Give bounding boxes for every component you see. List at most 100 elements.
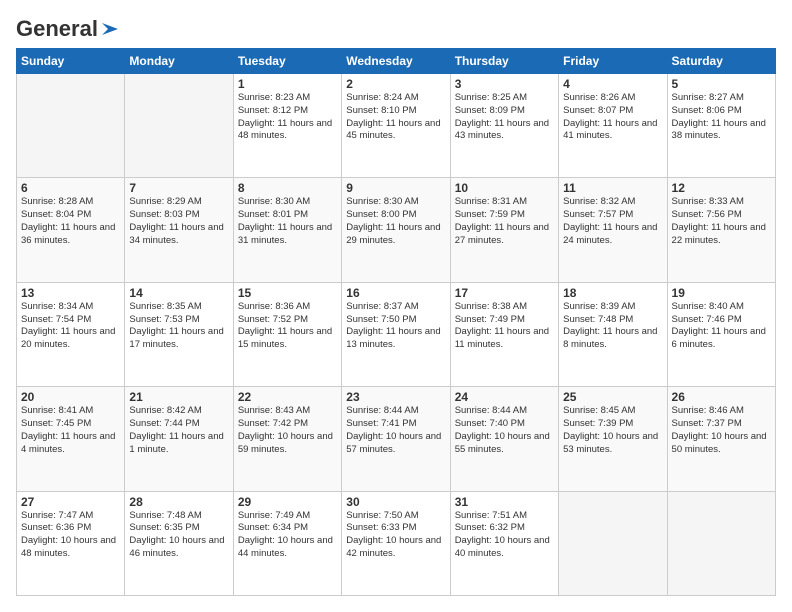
calendar-cell: 28Sunrise: 7:48 AM Sunset: 6:35 PM Dayli… (125, 491, 233, 595)
day-number: 20 (21, 390, 120, 404)
day-number: 18 (563, 286, 662, 300)
weekday-header-tuesday: Tuesday (233, 49, 341, 74)
calendar-cell: 29Sunrise: 7:49 AM Sunset: 6:34 PM Dayli… (233, 491, 341, 595)
weekday-header-friday: Friday (559, 49, 667, 74)
day-number: 1 (238, 77, 337, 91)
day-info: Sunrise: 8:30 AM Sunset: 8:01 PM Dayligh… (238, 196, 337, 247)
day-number: 10 (455, 181, 554, 195)
day-number: 13 (21, 286, 120, 300)
day-info: Sunrise: 8:37 AM Sunset: 7:50 PM Dayligh… (346, 301, 445, 352)
weekday-header-row: SundayMondayTuesdayWednesdayThursdayFrid… (17, 49, 776, 74)
day-number: 27 (21, 495, 120, 509)
header: General (16, 16, 776, 38)
calendar-cell: 25Sunrise: 8:45 AM Sunset: 7:39 PM Dayli… (559, 387, 667, 491)
calendar-cell: 2Sunrise: 8:24 AM Sunset: 8:10 PM Daylig… (342, 74, 450, 178)
day-info: Sunrise: 8:29 AM Sunset: 8:03 PM Dayligh… (129, 196, 228, 247)
day-info: Sunrise: 7:48 AM Sunset: 6:35 PM Dayligh… (129, 510, 228, 561)
day-info: Sunrise: 8:32 AM Sunset: 7:57 PM Dayligh… (563, 196, 662, 247)
day-number: 28 (129, 495, 228, 509)
day-info: Sunrise: 7:47 AM Sunset: 6:36 PM Dayligh… (21, 510, 120, 561)
day-info: Sunrise: 8:34 AM Sunset: 7:54 PM Dayligh… (21, 301, 120, 352)
calendar-cell: 10Sunrise: 8:31 AM Sunset: 7:59 PM Dayli… (450, 178, 558, 282)
day-number: 16 (346, 286, 445, 300)
calendar-cell: 12Sunrise: 8:33 AM Sunset: 7:56 PM Dayli… (667, 178, 775, 282)
day-number: 25 (563, 390, 662, 404)
day-info: Sunrise: 8:26 AM Sunset: 8:07 PM Dayligh… (563, 92, 662, 143)
calendar-cell: 19Sunrise: 8:40 AM Sunset: 7:46 PM Dayli… (667, 282, 775, 386)
day-number: 11 (563, 181, 662, 195)
day-info: Sunrise: 7:51 AM Sunset: 6:32 PM Dayligh… (455, 510, 554, 561)
calendar-cell: 7Sunrise: 8:29 AM Sunset: 8:03 PM Daylig… (125, 178, 233, 282)
logo-arrow-icon (100, 19, 120, 39)
day-info: Sunrise: 8:31 AM Sunset: 7:59 PM Dayligh… (455, 196, 554, 247)
weekday-header-sunday: Sunday (17, 49, 125, 74)
day-number: 14 (129, 286, 228, 300)
day-info: Sunrise: 8:28 AM Sunset: 8:04 PM Dayligh… (21, 196, 120, 247)
calendar-cell: 6Sunrise: 8:28 AM Sunset: 8:04 PM Daylig… (17, 178, 125, 282)
calendar-cell (667, 491, 775, 595)
weekday-header-wednesday: Wednesday (342, 49, 450, 74)
calendar-cell: 26Sunrise: 8:46 AM Sunset: 7:37 PM Dayli… (667, 387, 775, 491)
calendar-cell: 24Sunrise: 8:44 AM Sunset: 7:40 PM Dayli… (450, 387, 558, 491)
calendar-cell: 13Sunrise: 8:34 AM Sunset: 7:54 PM Dayli… (17, 282, 125, 386)
day-info: Sunrise: 8:44 AM Sunset: 7:40 PM Dayligh… (455, 405, 554, 456)
logo: General (16, 16, 120, 38)
day-number: 24 (455, 390, 554, 404)
day-info: Sunrise: 8:46 AM Sunset: 7:37 PM Dayligh… (672, 405, 771, 456)
day-number: 12 (672, 181, 771, 195)
week-row-2: 6Sunrise: 8:28 AM Sunset: 8:04 PM Daylig… (17, 178, 776, 282)
day-number: 19 (672, 286, 771, 300)
day-number: 8 (238, 181, 337, 195)
day-info: Sunrise: 8:23 AM Sunset: 8:12 PM Dayligh… (238, 92, 337, 143)
week-row-5: 27Sunrise: 7:47 AM Sunset: 6:36 PM Dayli… (17, 491, 776, 595)
day-number: 30 (346, 495, 445, 509)
day-number: 31 (455, 495, 554, 509)
calendar-table: SundayMondayTuesdayWednesdayThursdayFrid… (16, 48, 776, 596)
day-number: 26 (672, 390, 771, 404)
calendar-cell: 30Sunrise: 7:50 AM Sunset: 6:33 PM Dayli… (342, 491, 450, 595)
day-info: Sunrise: 8:42 AM Sunset: 7:44 PM Dayligh… (129, 405, 228, 456)
week-row-3: 13Sunrise: 8:34 AM Sunset: 7:54 PM Dayli… (17, 282, 776, 386)
calendar-cell: 16Sunrise: 8:37 AM Sunset: 7:50 PM Dayli… (342, 282, 450, 386)
day-number: 6 (21, 181, 120, 195)
calendar-cell: 18Sunrise: 8:39 AM Sunset: 7:48 PM Dayli… (559, 282, 667, 386)
day-number: 3 (455, 77, 554, 91)
day-info: Sunrise: 8:43 AM Sunset: 7:42 PM Dayligh… (238, 405, 337, 456)
day-info: Sunrise: 8:27 AM Sunset: 8:06 PM Dayligh… (672, 92, 771, 143)
day-number: 2 (346, 77, 445, 91)
day-info: Sunrise: 8:38 AM Sunset: 7:49 PM Dayligh… (455, 301, 554, 352)
day-info: Sunrise: 7:49 AM Sunset: 6:34 PM Dayligh… (238, 510, 337, 561)
day-info: Sunrise: 8:33 AM Sunset: 7:56 PM Dayligh… (672, 196, 771, 247)
weekday-header-saturday: Saturday (667, 49, 775, 74)
day-number: 29 (238, 495, 337, 509)
logo-general: General (16, 16, 98, 42)
calendar-cell: 14Sunrise: 8:35 AM Sunset: 7:53 PM Dayli… (125, 282, 233, 386)
day-number: 21 (129, 390, 228, 404)
week-row-4: 20Sunrise: 8:41 AM Sunset: 7:45 PM Dayli… (17, 387, 776, 491)
calendar-cell: 17Sunrise: 8:38 AM Sunset: 7:49 PM Dayli… (450, 282, 558, 386)
calendar-cell: 20Sunrise: 8:41 AM Sunset: 7:45 PM Dayli… (17, 387, 125, 491)
day-number: 22 (238, 390, 337, 404)
calendar-cell: 27Sunrise: 7:47 AM Sunset: 6:36 PM Dayli… (17, 491, 125, 595)
day-info: Sunrise: 8:45 AM Sunset: 7:39 PM Dayligh… (563, 405, 662, 456)
calendar-cell: 5Sunrise: 8:27 AM Sunset: 8:06 PM Daylig… (667, 74, 775, 178)
day-info: Sunrise: 7:50 AM Sunset: 6:33 PM Dayligh… (346, 510, 445, 561)
day-info: Sunrise: 8:30 AM Sunset: 8:00 PM Dayligh… (346, 196, 445, 247)
day-info: Sunrise: 8:44 AM Sunset: 7:41 PM Dayligh… (346, 405, 445, 456)
day-number: 7 (129, 181, 228, 195)
page: General SundayMondayTuesdayWednesdayThur… (0, 0, 792, 612)
day-info: Sunrise: 8:25 AM Sunset: 8:09 PM Dayligh… (455, 92, 554, 143)
calendar-cell: 4Sunrise: 8:26 AM Sunset: 8:07 PM Daylig… (559, 74, 667, 178)
weekday-header-thursday: Thursday (450, 49, 558, 74)
calendar-cell: 8Sunrise: 8:30 AM Sunset: 8:01 PM Daylig… (233, 178, 341, 282)
calendar-cell: 21Sunrise: 8:42 AM Sunset: 7:44 PM Dayli… (125, 387, 233, 491)
day-info: Sunrise: 8:35 AM Sunset: 7:53 PM Dayligh… (129, 301, 228, 352)
calendar-cell: 31Sunrise: 7:51 AM Sunset: 6:32 PM Dayli… (450, 491, 558, 595)
calendar-cell (125, 74, 233, 178)
week-row-1: 1Sunrise: 8:23 AM Sunset: 8:12 PM Daylig… (17, 74, 776, 178)
day-info: Sunrise: 8:41 AM Sunset: 7:45 PM Dayligh… (21, 405, 120, 456)
calendar-cell (17, 74, 125, 178)
calendar-cell: 15Sunrise: 8:36 AM Sunset: 7:52 PM Dayli… (233, 282, 341, 386)
calendar-cell: 1Sunrise: 8:23 AM Sunset: 8:12 PM Daylig… (233, 74, 341, 178)
day-info: Sunrise: 8:36 AM Sunset: 7:52 PM Dayligh… (238, 301, 337, 352)
